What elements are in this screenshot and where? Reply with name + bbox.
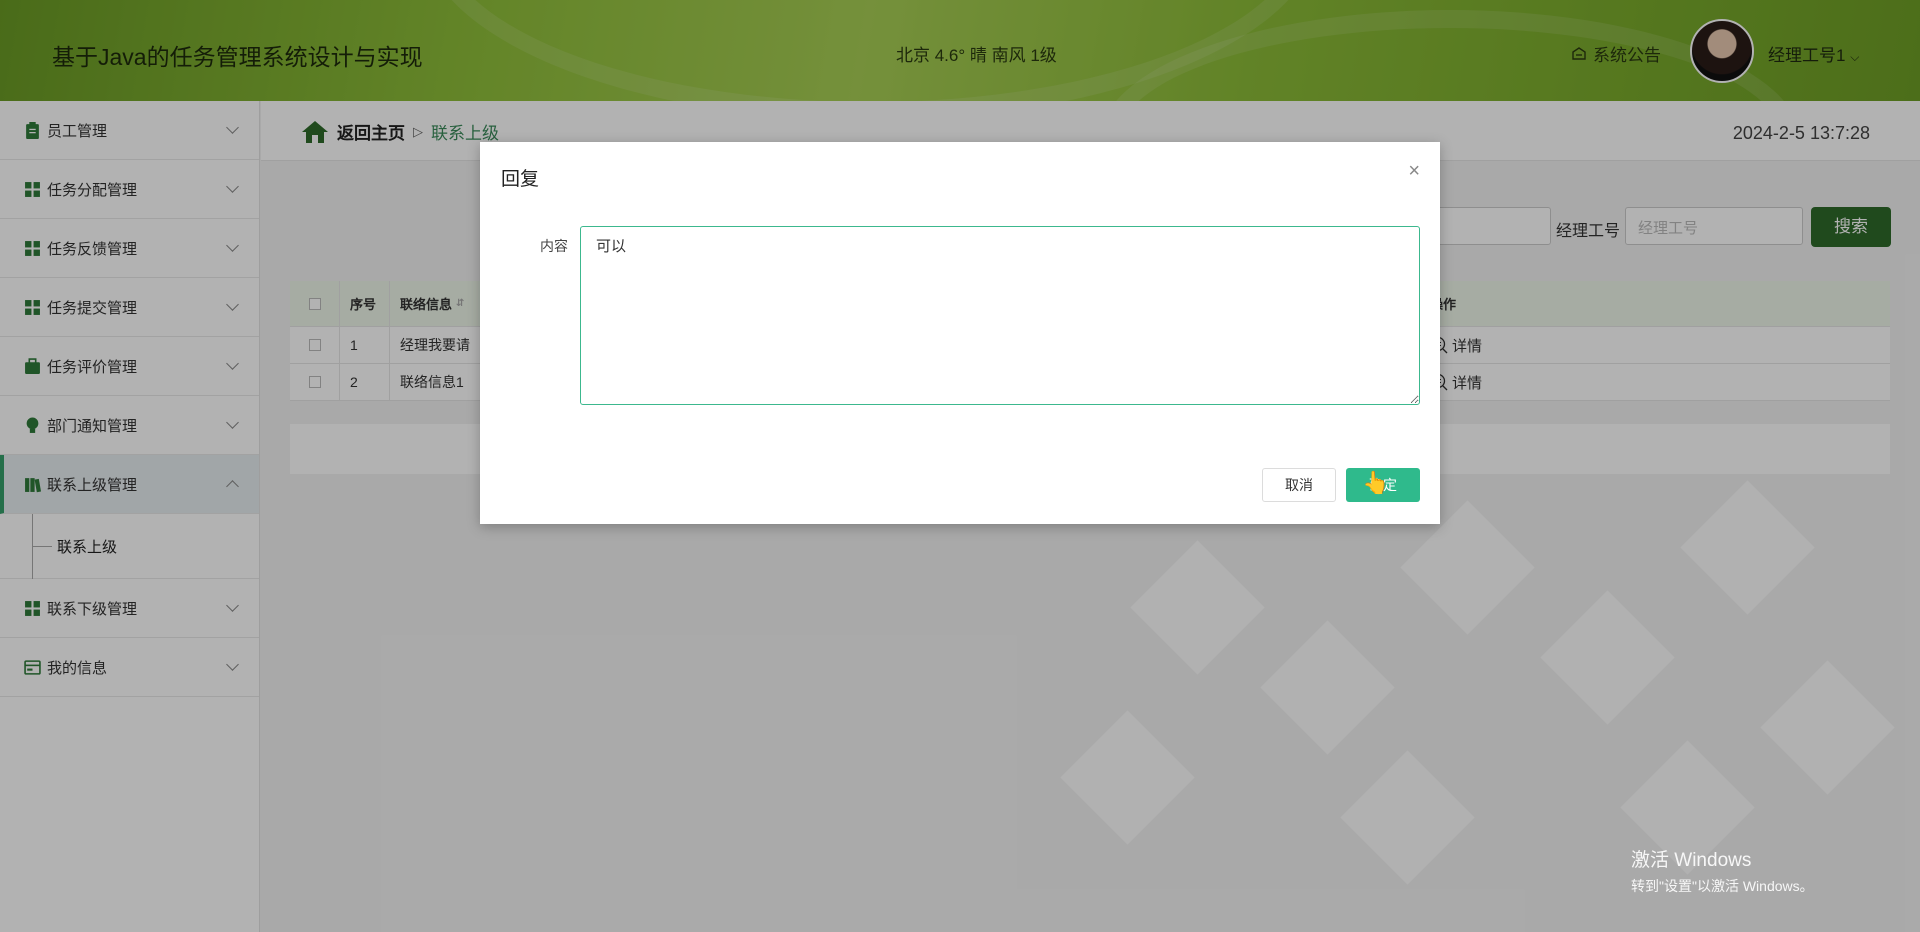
background-tile (1130, 540, 1265, 675)
cancel-button[interactable]: 取消 (1262, 468, 1336, 502)
background-tile (1060, 710, 1195, 845)
windows-activation-watermark: 激活 Windows 转到"设置"以激活 Windows。 (1631, 845, 1814, 896)
dialog-title: 回复 (501, 169, 540, 190)
background-tile (1260, 620, 1395, 755)
background-tile (1540, 590, 1675, 725)
background-tile (1340, 750, 1475, 885)
background-tile (1760, 660, 1895, 795)
close-icon[interactable]: × (1408, 160, 1420, 183)
reply-dialog: 回复 × 内容 可以 取消 确定 (480, 142, 1440, 524)
watermark-line1: 激活 Windows (1631, 850, 1752, 871)
watermark-line2: 转到"设置"以激活 Windows。 (1631, 878, 1814, 894)
hand-cursor-icon: 👆 (1362, 470, 1390, 495)
background-tile (1680, 480, 1815, 615)
content-label: 内容 (540, 238, 568, 254)
content-textarea[interactable]: 可以 (580, 226, 1420, 405)
